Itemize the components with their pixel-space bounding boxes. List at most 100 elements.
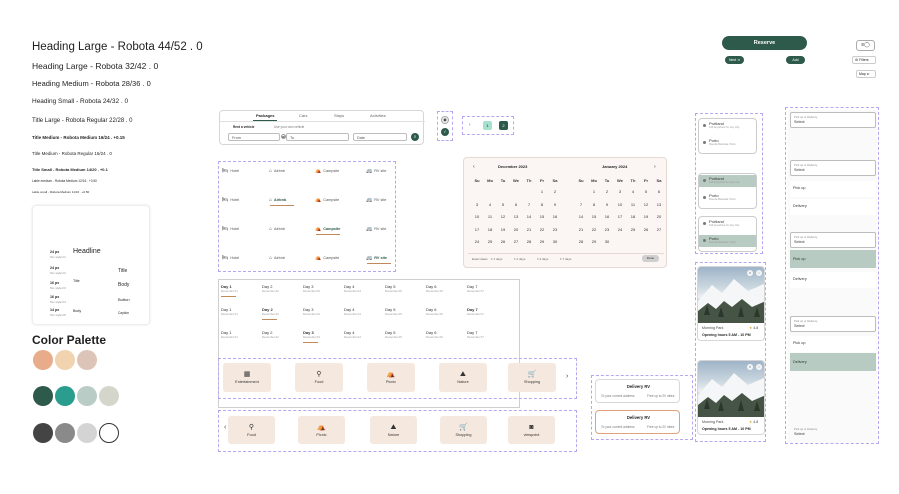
day-option[interactable]: Day 3 December 03 [303, 307, 320, 316]
to-field[interactable]: To [286, 133, 349, 141]
calendar-day[interactable]: 9 [602, 202, 612, 207]
calendar-day[interactable]: 17 [472, 227, 482, 232]
menu-toggle-icon[interactable]: ≡◯ [856, 40, 875, 51]
day-option[interactable]: Day 5 December 05 [385, 330, 402, 339]
calendar-day[interactable]: 14 [524, 214, 534, 219]
calendar-day[interactable]: 24 [615, 227, 625, 232]
calendar-day[interactable]: 7 [576, 202, 586, 207]
pickup-select[interactable]: Pick up or Delivery Select [790, 424, 876, 440]
page-1[interactable]: 1 [483, 121, 492, 130]
opt-rent-vehicle[interactable]: Rent a vehicle [233, 125, 254, 129]
calendar-day[interactable]: 17 [615, 214, 625, 219]
tab-activities[interactable]: Activities [370, 113, 386, 118]
calendar-day[interactable]: 27 [511, 239, 521, 244]
calendar-day[interactable]: 12 [498, 214, 508, 219]
calendar-day[interactable]: 2 [550, 189, 560, 194]
calendar-day[interactable]: 13 [511, 214, 521, 219]
pager-prev-icon[interactable]: ‹ [469, 122, 471, 128]
calendar-day[interactable]: 25 [485, 239, 495, 244]
calendar-day[interactable]: 29 [589, 239, 599, 244]
category-option[interactable]: ⛺ Campsite [315, 168, 339, 174]
location-item[interactable]: Portland 123 Anywhere St. Any City [709, 121, 740, 129]
activities-prev-icon[interactable]: ‹ [224, 424, 226, 431]
category-option[interactable]: ⛺ Campsite [315, 255, 339, 261]
heart-icon[interactable]: ♡ [756, 270, 762, 276]
category-option[interactable]: 🛏 Hotel [222, 255, 239, 261]
day-option[interactable]: Day 1 December 01 [221, 307, 238, 316]
calendar-day[interactable]: 9 [550, 202, 560, 207]
calendar-day[interactable]: 23 [550, 227, 560, 232]
pickup-option-pickup[interactable]: Pick up [790, 336, 876, 352]
day-option[interactable]: Day 6 December 06 [426, 284, 443, 293]
activity-chip[interactable]: ⚲ Food [228, 416, 275, 444]
calendar-day[interactable]: 1 [537, 189, 547, 194]
day-option[interactable]: Day 3 December 03 [303, 284, 320, 293]
cal-exact[interactable]: Exact dates [472, 257, 488, 261]
day-option[interactable]: Day 1 December 01 [221, 284, 238, 293]
calendar-day[interactable]: 20 [511, 227, 521, 232]
calendar-day[interactable]: 25 [628, 227, 638, 232]
page-2[interactable]: 2 [499, 121, 508, 130]
calendar-day[interactable]: 12 [641, 202, 651, 207]
tab-stays[interactable]: Stays [334, 113, 344, 118]
pickup-option-pickup[interactable]: Pick up [790, 181, 876, 197]
calendar-day[interactable]: 30 [550, 239, 560, 244]
calendar-day[interactable]: 15 [589, 214, 599, 219]
category-option[interactable]: ⛺ Campsite [315, 197, 339, 203]
pickup-select[interactable]: Pick up or Delivery Select [790, 160, 876, 176]
category-option[interactable]: 🛏 Hotel [222, 226, 239, 232]
pickup-option-delivery[interactable]: Delivery [790, 199, 876, 215]
calendar-day[interactable]: 14 [576, 214, 586, 219]
reserve-button[interactable]: Reserve [722, 36, 807, 50]
day-option[interactable]: Day 5 December 05 [385, 307, 402, 316]
calendar-day[interactable]: 10 [615, 202, 625, 207]
calendar-day[interactable]: 29 [537, 239, 547, 244]
calendar-day[interactable]: 4 [485, 202, 495, 207]
activity-chip[interactable]: ⛰ Nature [370, 416, 417, 444]
calendar-day[interactable]: 5 [498, 202, 508, 207]
cal-3d[interactable]: ± 3 days [537, 257, 548, 261]
opt-own-vehicle[interactable]: Use your own vehicle [274, 125, 304, 129]
calendar-day[interactable]: 2 [602, 189, 612, 194]
user-icon[interactable]: ◉ [441, 116, 449, 124]
calendar-day[interactable]: 28 [576, 239, 586, 244]
category-option[interactable]: 🚐 RV site [366, 255, 387, 261]
activity-chip[interactable]: 🛒 Shopping [440, 416, 487, 444]
heart-icon[interactable]: ♡ [756, 364, 762, 370]
calendar-day[interactable]: 6 [654, 189, 664, 194]
day-option[interactable]: Day 5 December 05 [385, 284, 402, 293]
day-option[interactable]: Day 4 December 04 [344, 284, 361, 293]
location-item[interactable]: Portland 123 Anywhere St. Any City [709, 176, 740, 184]
activity-chip[interactable]: ▦ Entertainment [223, 363, 271, 392]
from-field[interactable]: From [228, 133, 280, 141]
map-button[interactable]: Map ⊳ [856, 70, 876, 78]
day-option[interactable]: Day 6 December 06 [426, 330, 443, 339]
park-card[interactable]: ⇪ ♡ Morning Park ★ 4.8 Opening hours 5 AM - … [697, 360, 765, 435]
calendar-day[interactable]: 11 [485, 214, 495, 219]
day-option[interactable]: Day 2 December 02 [262, 330, 279, 339]
day-option[interactable]: Day 4 December 04 [344, 307, 361, 316]
tab-packages[interactable]: Packages [256, 113, 274, 118]
activity-chip[interactable]: ⛺ Picnic [367, 363, 415, 392]
calendar-day[interactable]: 18 [485, 227, 495, 232]
pickup-option-delivery[interactable]: Delivery [790, 353, 876, 371]
calendar-day[interactable]: 26 [498, 239, 508, 244]
calendar-day[interactable]: 13 [654, 202, 664, 207]
cal-done-button[interactable]: Done [642, 255, 659, 262]
calendar-day[interactable]: 16 [602, 214, 612, 219]
location-item[interactable]: Porto Rua da Boavista, Porto [709, 193, 736, 201]
date-field[interactable]: Date [353, 133, 407, 141]
cal-7d[interactable]: ± 7 days [560, 257, 571, 261]
calendar-day[interactable]: 16 [550, 214, 560, 219]
calendar-day[interactable]: 18 [628, 214, 638, 219]
calendar-day[interactable]: 21 [576, 227, 586, 232]
cal-2d[interactable]: ± 2 days [514, 257, 525, 261]
calendar-day[interactable]: 8 [589, 202, 599, 207]
location-item[interactable]: Portland 123 Anywhere St. Any City [709, 219, 740, 227]
day-option[interactable]: Day 6 December 06 [426, 307, 443, 316]
day-option[interactable]: Day 7 December 07 [467, 330, 484, 339]
next-button[interactable]: Next ➜ [725, 56, 744, 64]
category-option[interactable]: ⌂ Airbnb [269, 197, 286, 203]
cal-prev-icon[interactable]: ‹ [473, 164, 475, 170]
category-option[interactable]: 🛏 Hotel [222, 168, 239, 174]
